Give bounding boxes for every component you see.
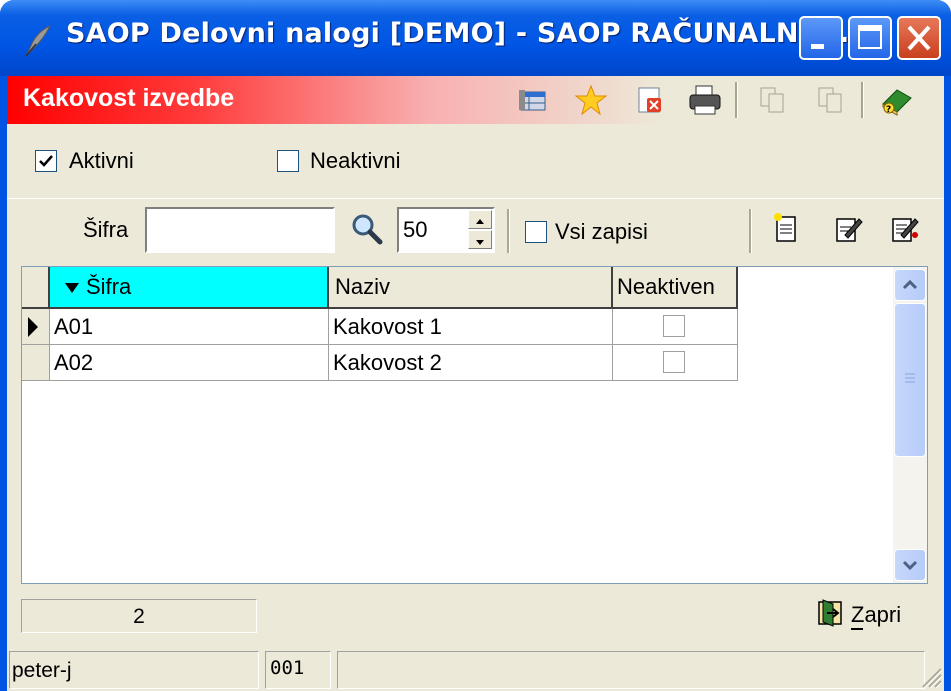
copy-disabled-icon[interactable] (755, 82, 791, 118)
table-cell-inactive[interactable] (613, 309, 738, 345)
column-header-name[interactable]: Naziv (329, 267, 613, 309)
table-cell-name[interactable]: Kakovost 1 (329, 309, 613, 345)
active-checkbox[interactable] (35, 150, 57, 172)
checkmark-icon (39, 155, 53, 167)
chevron-down-icon (902, 560, 918, 571)
filter-row: Aktivni Neaktivni (7, 124, 944, 199)
chevron-up-icon (902, 279, 918, 290)
paste-disabled-icon[interactable] (813, 82, 849, 118)
spin-up-button[interactable] (468, 210, 492, 229)
scroll-down-button[interactable] (894, 549, 926, 581)
sort-desc-icon (65, 283, 79, 294)
window-title: SAOP Delovni nalogi [DEMO] - SAOP RAČUNA… (66, 18, 860, 49)
record-limit-value: 50 (403, 217, 428, 242)
help-book-icon[interactable]: ? (879, 82, 915, 118)
vertical-scrollbar[interactable] (893, 267, 927, 583)
new-record-icon[interactable] (769, 211, 803, 247)
inactive-row-checkbox[interactable] (663, 351, 685, 373)
active-label: Aktivni (69, 148, 134, 173)
row-indicator-header (22, 267, 50, 309)
column-header-inactive-label: Neaktiven (617, 274, 715, 299)
search-row: Šifra 50 Vsi zapisi (7, 198, 944, 267)
arrow-down-icon (476, 240, 484, 245)
toolbar-separator (861, 82, 864, 118)
grip-icon (905, 373, 915, 383)
status-info (337, 651, 925, 689)
quill-icon (25, 25, 52, 57)
exit-book-icon (818, 599, 842, 627)
client-area: Kakovost izvedbe ? Aktivni Neaktivni Šif… (7, 76, 944, 691)
app-window: SAOP Delovni nalogi [DEMO] - SAOP RAČUNA… (0, 0, 951, 691)
title-bar[interactable]: SAOP Delovni nalogi [DEMO] - SAOP RAČUNA… (0, 0, 951, 76)
records-grid[interactable]: Šifra Naziv Neaktiven A01 Kakovost 1 A02… (21, 266, 928, 584)
table-cell-name[interactable]: Kakovost 2 (329, 345, 613, 381)
table-cell-code[interactable]: A02 (50, 345, 329, 381)
status-user: peter-j (9, 651, 259, 689)
delete-record-icon[interactable] (631, 82, 667, 118)
favorite-star-icon[interactable] (573, 82, 609, 118)
spin-down-button[interactable] (468, 230, 492, 249)
inactive-row-checkbox[interactable] (663, 315, 685, 337)
toolbar-separator (735, 82, 738, 118)
search-icon[interactable] (349, 211, 385, 247)
form-header: Kakovost izvedbe ? (7, 76, 944, 124)
column-header-code-label: Šifra (86, 274, 132, 299)
row-indicator[interactable] (22, 345, 50, 381)
form-title: Kakovost izvedbe (23, 84, 235, 112)
toolbar-separator (749, 209, 752, 253)
minimize-button[interactable] (799, 16, 843, 60)
toolbar-separator (507, 209, 510, 253)
column-header-name-label: Naziv (335, 274, 391, 299)
scroll-up-button[interactable] (894, 269, 926, 301)
table-cell-inactive[interactable] (613, 345, 738, 381)
column-header-inactive[interactable]: Neaktiven (613, 267, 738, 309)
row-indicator[interactable] (22, 309, 50, 345)
inactive-checkbox[interactable] (277, 150, 299, 172)
minimize-icon (811, 44, 824, 49)
all-records-label: Vsi zapisi (555, 219, 648, 244)
resize-grip-icon[interactable] (919, 665, 943, 689)
svg-text:?: ? (886, 105, 891, 115)
edit-record-icon[interactable] (831, 211, 865, 247)
close-window-button[interactable] (897, 16, 941, 60)
printer-icon[interactable] (687, 82, 723, 118)
record-limit-spinner[interactable]: 50 (397, 207, 495, 253)
current-row-icon (28, 317, 38, 337)
code-search-input[interactable] (145, 207, 335, 253)
status-code: 001 (265, 651, 331, 689)
record-count: 2 (21, 599, 257, 633)
arrow-up-icon (476, 219, 484, 224)
close-button-label: Zapri (851, 602, 902, 627)
table-view-icon[interactable] (515, 82, 551, 118)
close-icon (907, 25, 931, 51)
column-header-code[interactable]: Šifra (50, 267, 329, 309)
code-search-label: Šifra (83, 217, 129, 242)
maximize-icon (858, 25, 882, 49)
mnemonic-underline (851, 628, 863, 630)
scroll-thumb[interactable] (894, 303, 926, 457)
maximize-button[interactable] (848, 16, 892, 60)
inactive-label: Neaktivni (310, 148, 401, 173)
table-cell-code[interactable]: A01 (50, 309, 329, 345)
edit-multiple-icon[interactable] (887, 211, 921, 247)
all-records-checkbox[interactable] (525, 221, 547, 243)
